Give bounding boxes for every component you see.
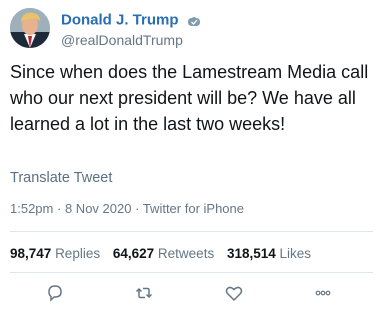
- divider: [10, 231, 373, 232]
- tweet-source[interactable]: Twitter for iPhone: [143, 201, 244, 216]
- likes-stat[interactable]: 318,514 Likes: [227, 246, 320, 261]
- retweet-icon: [135, 287, 153, 299]
- reply-icon: [48, 285, 62, 302]
- retweet-button[interactable]: [133, 282, 155, 304]
- avatar-photo-icon: [10, 8, 50, 48]
- replies-stat[interactable]: 98,747 Replies: [10, 246, 113, 261]
- replies-label: Replies: [55, 246, 101, 261]
- retweets-count: 64,627: [112, 246, 155, 261]
- divider: [10, 272, 373, 273]
- verified-badge-icon: [187, 14, 202, 27]
- likes-count: 318,514: [226, 246, 276, 261]
- more-icon: [315, 290, 331, 296]
- share-button[interactable]: [312, 282, 334, 304]
- heart-icon: [225, 286, 243, 302]
- tweet-stats: 98,747 Replies 64,627 Retweets 318,514 L…: [10, 246, 320, 261]
- action-bar: [0, 282, 383, 304]
- tweet-date[interactable]: 8 Nov 2020: [65, 201, 132, 216]
- retweets-label: Retweets: [157, 246, 215, 261]
- meta-separator: ·: [57, 201, 62, 216]
- retweets-stat[interactable]: 64,627 Retweets: [113, 246, 227, 261]
- translate-tweet-link[interactable]: Translate Tweet: [10, 170, 112, 186]
- name-row: Donald J. Trump: [61, 11, 202, 30]
- avatar[interactable]: [10, 8, 50, 48]
- tweet-header: Donald J. Trump @realDonaldTrump: [10, 8, 373, 50]
- user-handle[interactable]: @realDonaldTrump: [61, 32, 183, 48]
- display-name[interactable]: Donald J. Trump: [61, 11, 179, 28]
- tweet-time[interactable]: 1:52pm: [10, 201, 53, 216]
- like-button[interactable]: [223, 282, 245, 304]
- reply-button[interactable]: [44, 282, 66, 304]
- tweet-text: Since when does the Lamestream Media cal…: [10, 62, 369, 134]
- tweet-metadata: 1:52pm · 8 Nov 2020 · Twitter for iPhone: [10, 201, 244, 216]
- likes-label: Likes: [279, 246, 312, 261]
- replies-count: 98,747: [10, 246, 52, 261]
- meta-separator: ·: [135, 201, 140, 216]
